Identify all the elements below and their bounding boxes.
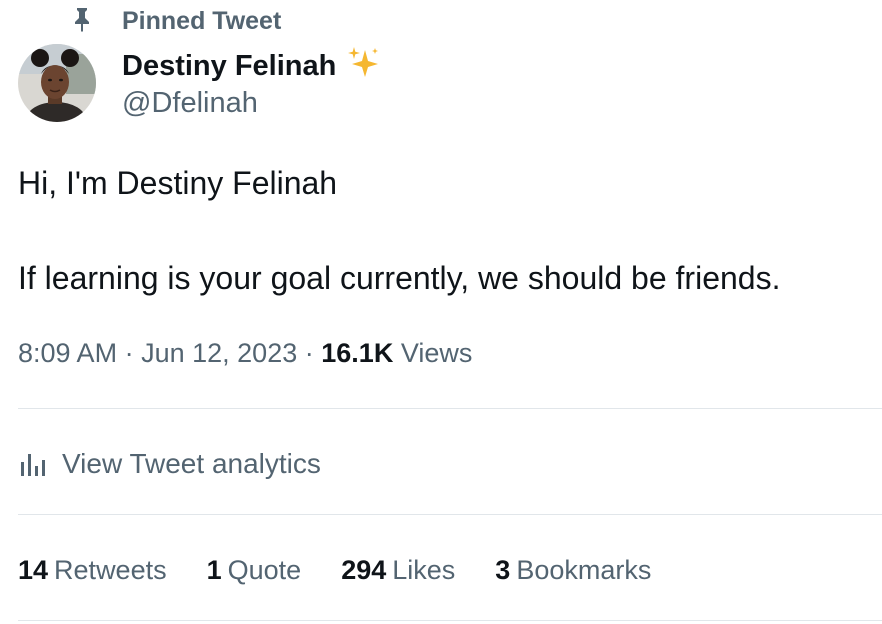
bar-chart-icon <box>21 454 45 476</box>
display-name[interactable]: Destiny Felinah <box>122 45 380 83</box>
tweet-text-line-1: Hi, I'm Destiny Felinah <box>18 165 338 201</box>
likes-count: 294 <box>341 554 387 585</box>
sparkles-icon <box>348 47 379 77</box>
display-name-text: Destiny Felinah <box>122 50 337 82</box>
quotes-count: 1 <box>206 554 222 585</box>
retweets-label: Retweets <box>54 554 167 585</box>
divider <box>18 514 882 515</box>
engagement-stats: 14 Retweets 1 Quote 294 Likes 3 Bookmarks <box>18 550 691 590</box>
tweet-meta: 8:09 AM · Jun 12, 2023 · 16.1K Views <box>18 338 472 369</box>
user-handle[interactable]: @Dfelinah <box>122 87 258 120</box>
likes-label: Likes <box>392 554 456 585</box>
views-label: Views <box>400 338 473 368</box>
pinned-label: Pinned Tweet <box>122 7 282 35</box>
tweet-text-line-2: If learning is your goal currently, we s… <box>18 260 781 296</box>
views-count: 16.1K <box>321 338 394 368</box>
avatar[interactable] <box>18 44 96 122</box>
divider <box>18 620 882 621</box>
view-analytics-link[interactable]: View Tweet analytics <box>18 444 321 484</box>
likes-stat[interactable]: 294 Likes <box>341 555 455 586</box>
tweet-time[interactable]: 8:09 AM <box>18 338 117 368</box>
meta-separator: · <box>304 338 314 368</box>
pin-icon <box>75 8 89 32</box>
meta-separator: · <box>124 338 134 368</box>
quotes-stat[interactable]: 1 Quote <box>207 555 302 586</box>
quotes-label: Quote <box>227 554 302 585</box>
bookmarks-label: Bookmarks <box>516 554 652 585</box>
divider <box>18 408 882 409</box>
retweets-count: 14 <box>18 554 49 585</box>
bookmarks-count: 3 <box>495 554 511 585</box>
retweets-stat[interactable]: 14 Retweets <box>18 555 167 586</box>
view-analytics-label: View Tweet analytics <box>62 448 321 479</box>
tweet-detail: Pinned Tweet Destiny Felinah @Dfelinah H… <box>0 0 882 624</box>
pinned-indicator: Pinned Tweet <box>0 4 400 36</box>
bookmarks-stat[interactable]: 3 Bookmarks <box>495 555 651 586</box>
tweet-date[interactable]: Jun 12, 2023 <box>141 338 297 368</box>
